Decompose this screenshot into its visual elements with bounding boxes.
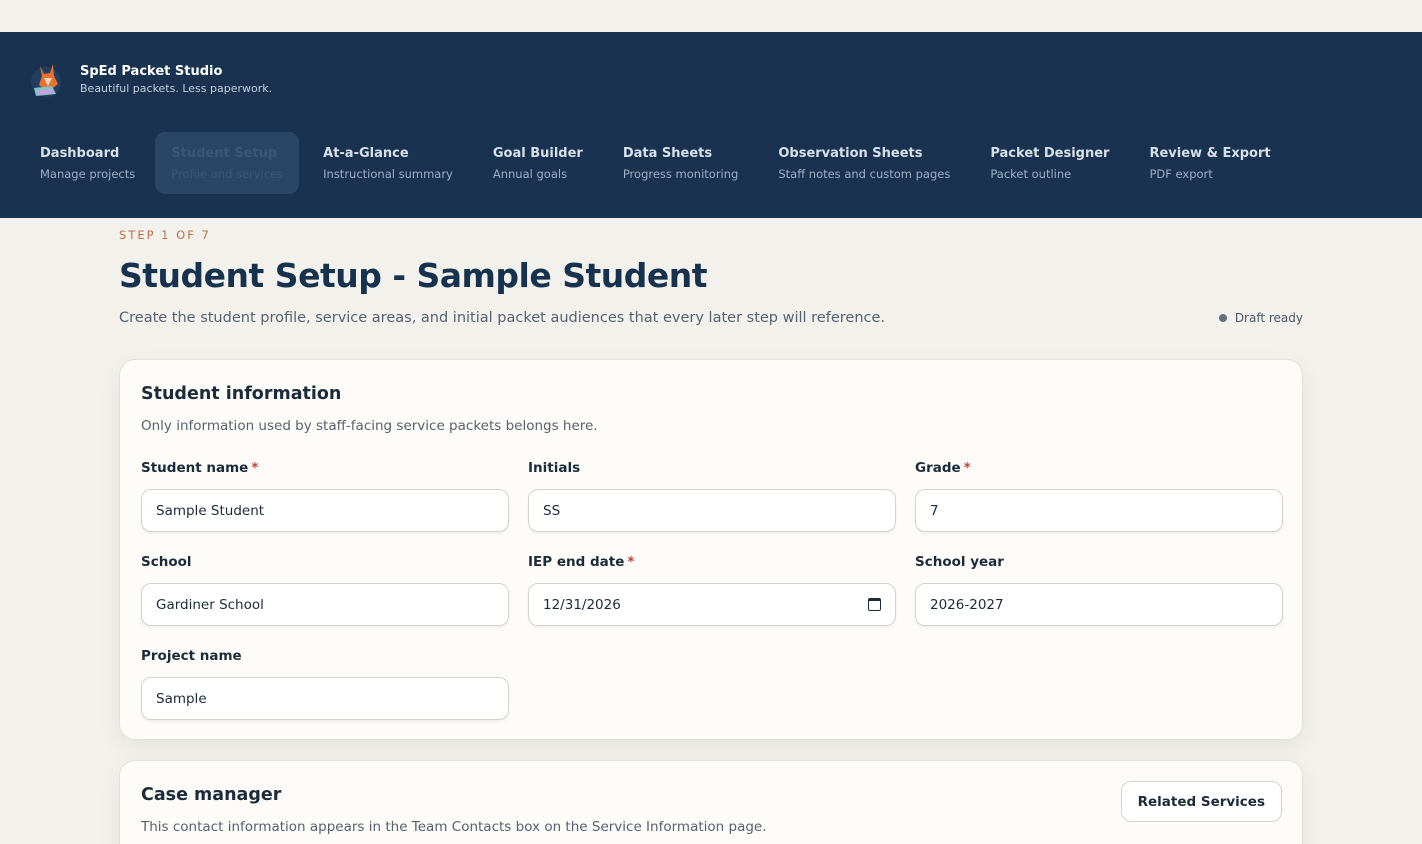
nav-sub: PDF export [1149, 167, 1213, 181]
nav-label: Student Setup [171, 146, 278, 161]
nav-label: Packet Designer [990, 146, 1110, 161]
field-label: Initials [528, 460, 581, 476]
required-marker: * [627, 554, 635, 570]
app-title: SpEd Packet Studio [80, 63, 223, 79]
calendar-icon[interactable] [868, 598, 881, 611]
required-marker: * [963, 460, 971, 476]
nav-label: Dashboard [40, 146, 120, 161]
field-label: School [141, 554, 192, 570]
school-year-input[interactable]: 2026-2027 [915, 583, 1283, 626]
card-title: Student information [141, 384, 342, 404]
nav-item-review-export[interactable]: Review & Export PDF export [1133, 132, 1286, 194]
school-field-group: School Gardiner School [141, 554, 509, 626]
project-name-field-group: Project name Sample [141, 648, 509, 720]
nav-label: Data Sheets [622, 146, 713, 161]
school-input[interactable]: Gardiner School [141, 583, 509, 626]
app-header: SpEd Packet Studio Beautiful packets. Le… [0, 32, 1422, 218]
field-label: School year [915, 554, 1004, 570]
status-dot-icon [1218, 314, 1227, 322]
nav-item-dashboard[interactable]: Dashboard Manage projects [24, 132, 151, 194]
nav-item-observation-sheets[interactable]: Observation Sheets Staff notes and custo… [762, 132, 966, 194]
app-tagline: Beautiful packets. Less paperwork. [80, 81, 273, 95]
page-title: Student Setup - Sample Student [119, 256, 708, 295]
main-nav: Dashboard Manage projects Student Setup … [24, 132, 1295, 194]
required-marker: * [251, 460, 259, 476]
nav-sub: Manage projects [40, 167, 136, 181]
top-strip [0, 0, 1422, 32]
iep-end-date-input[interactable]: 12/31/2026 [528, 583, 896, 626]
student-name-field-group: Student name * Sample Student [141, 460, 509, 532]
related-services-button[interactable]: Related Services [1120, 781, 1282, 822]
nav-sub: Instructional summary [323, 167, 453, 181]
nav-sub: Staff notes and custom pages [778, 167, 951, 181]
nav-label: Observation Sheets [778, 146, 923, 161]
field-label: Project name [141, 648, 242, 664]
iep-end-date-field-group: IEP end date * 12/31/2026 [528, 554, 896, 626]
card-title: Case manager [141, 785, 282, 805]
initials-field-group: Initials SS [528, 460, 896, 532]
status-text: Draft ready [1234, 311, 1303, 325]
project-name-input[interactable]: Sample [141, 677, 509, 720]
school-year-field-group: School year 2026-2027 [915, 554, 1283, 626]
field-label: Grade * [915, 460, 971, 476]
student-name-input[interactable]: Sample Student [141, 489, 509, 532]
student-information-card: Student information Only information use… [119, 359, 1303, 740]
fox-logo-icon [31, 64, 61, 97]
nav-item-at-a-glance[interactable]: At-a-Glance Instructional summary [307, 132, 469, 194]
nav-item-student-setup[interactable]: Student Setup Profile and services [155, 132, 300, 194]
field-label: Student name * [141, 460, 259, 476]
grade-field-group: Grade * 7 [915, 460, 1283, 532]
nav-sub: Annual goals [492, 167, 568, 181]
main-content: STEP 1 OF 7 Student Setup - Sample Stude… [119, 218, 1303, 844]
card-description: This contact information appears in the … [141, 819, 767, 835]
step-indicator: STEP 1 OF 7 [119, 228, 211, 242]
nav-label: At-a-Glance [323, 146, 409, 161]
nav-item-goal-builder[interactable]: Goal Builder Annual goals [477, 132, 599, 194]
page-description: Create the student profile, service area… [119, 310, 886, 326]
card-description: Only information used by staff-facing se… [141, 418, 598, 434]
case-manager-card: Case manager This contact information ap… [119, 760, 1303, 844]
nav-label: Review & Export [1149, 146, 1271, 161]
nav-item-packet-designer[interactable]: Packet Designer Packet outline [974, 132, 1125, 194]
brand[interactable]: SpEd Packet Studio Beautiful packets. Le… [30, 58, 272, 100]
nav-label: Goal Builder [492, 146, 583, 161]
status-badge: Draft ready [1218, 311, 1303, 325]
nav-sub: Profile and services [171, 167, 284, 181]
nav-item-data-sheets[interactable]: Data Sheets Progress monitoring [607, 132, 755, 194]
initials-input[interactable]: SS [528, 489, 896, 532]
nav-sub: Progress monitoring [622, 167, 739, 181]
field-label: IEP end date * [528, 554, 635, 570]
grade-input[interactable]: 7 [915, 489, 1283, 532]
nav-sub: Packet outline [990, 167, 1072, 181]
